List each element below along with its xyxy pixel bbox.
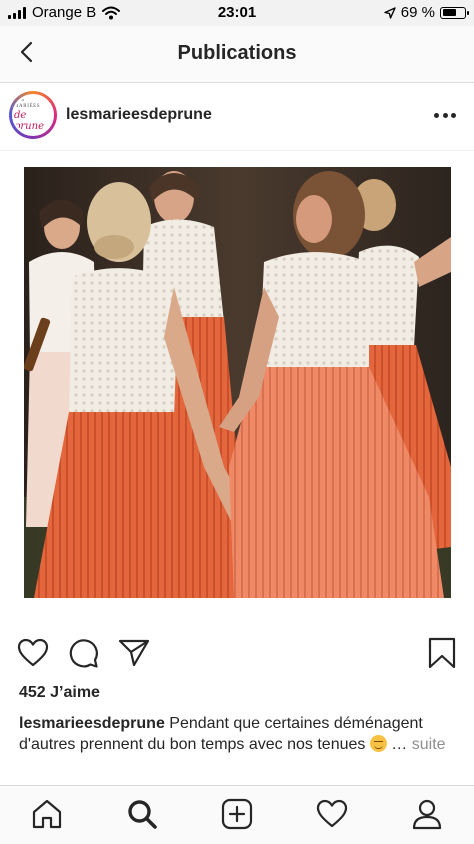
- share-icon[interactable]: [118, 638, 150, 668]
- caption-more-link[interactable]: suite: [412, 736, 446, 753]
- activity-heart-icon[interactable]: [316, 798, 348, 830]
- likes-count[interactable]: 452 J’aime: [19, 684, 100, 702]
- post-username[interactable]: lesmarieesdeprune: [66, 106, 212, 124]
- tab-bar: [0, 785, 474, 844]
- more-horizontal-icon[interactable]: [434, 111, 456, 119]
- photo-illustration: [24, 167, 451, 598]
- location-icon: [384, 6, 396, 19]
- relieved-emoji-icon: [369, 735, 387, 752]
- caption-ellipsis: …: [386, 736, 412, 753]
- status-right: 69 %: [384, 4, 469, 21]
- post-photo[interactable]: [24, 167, 451, 598]
- bookmark-icon[interactable]: [428, 637, 456, 669]
- heart-icon[interactable]: [17, 638, 49, 668]
- avatar-logo-top: LES MARIÉES: [14, 98, 41, 109]
- caption-username[interactable]: lesmarieesdeprune: [19, 715, 165, 732]
- post-caption: lesmarieesdeprune Pendant que certaines …: [19, 713, 459, 755]
- add-post-icon[interactable]: [221, 798, 253, 830]
- battery-label: 69 %: [400, 4, 435, 21]
- home-icon[interactable]: [31, 798, 63, 830]
- comment-icon[interactable]: [68, 638, 99, 669]
- divider: [0, 150, 474, 151]
- status-bar: Orange B 23:01 69 %: [0, 0, 474, 26]
- avatar-logo: LES MARIÉES de prune: [12, 94, 54, 136]
- avatar-logo-script: de prune: [14, 110, 44, 132]
- search-icon[interactable]: [126, 798, 158, 830]
- profile-icon[interactable]: [411, 798, 443, 830]
- battery-icon: [440, 6, 469, 19]
- avatar[interactable]: LES MARIÉES de prune: [9, 91, 57, 139]
- nav-header: Publications: [0, 26, 474, 83]
- battery-level: [442, 9, 457, 16]
- page-title: Publications: [177, 42, 297, 64]
